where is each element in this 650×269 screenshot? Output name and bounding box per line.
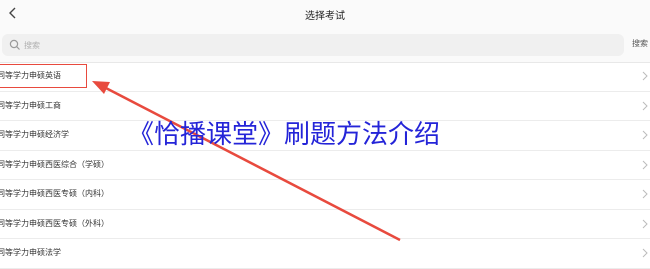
- top-bar: 选择考试: [0, 0, 650, 28]
- chevron-right-icon: [642, 71, 648, 81]
- chevron-right-icon: [642, 189, 648, 199]
- list-item-label: 同等学力申硕工商: [0, 100, 61, 110]
- search-input[interactable]: [24, 37, 614, 53]
- search-icon: [9, 39, 20, 50]
- chevron-right-icon: [642, 101, 648, 110]
- list-item[interactable]: 同等学力申硕法学: [0, 239, 650, 269]
- search-bar: 搜索: [0, 28, 650, 63]
- list-item-label: 同等学力申硕西医专硕（外科）: [0, 218, 109, 228]
- list-item[interactable]: 同等学力申硕西医专硕（外科）: [0, 210, 650, 239]
- list-item[interactable]: 同等学力申硕西医专硕（内科）: [0, 180, 650, 210]
- chevron-right-icon: [642, 219, 648, 228]
- list-item[interactable]: 同等学力申硕英语: [0, 62, 650, 92]
- search-box[interactable]: [2, 34, 624, 56]
- chevron-right-icon: [642, 248, 648, 258]
- list-item-label: 同等学力申硕经济学: [0, 130, 69, 139]
- search-button[interactable]: 搜索: [632, 38, 648, 49]
- list-item-label: 同等学力申硕英语: [0, 71, 61, 80]
- exam-list: 同等学力申硕英语 同等学力申硕工商 同等学力申硕经济学 同等学力申硕西医综合（学…: [0, 62, 650, 269]
- list-item-label: 同等学力申硕西医综合（学硕）: [0, 159, 109, 169]
- list-item-label: 同等学力申硕西医专硕（内科）: [0, 189, 109, 198]
- overlay-title: 《恰播课堂》刷题方法介绍: [128, 120, 441, 150]
- list-item-label: 同等学力申硕法学: [0, 248, 61, 257]
- chevron-right-icon: [642, 130, 648, 140]
- chevron-right-icon: [642, 160, 648, 169]
- list-item[interactable]: 同等学力申硕西医综合（学硕）: [0, 151, 650, 180]
- page-title: 选择考试: [305, 11, 345, 22]
